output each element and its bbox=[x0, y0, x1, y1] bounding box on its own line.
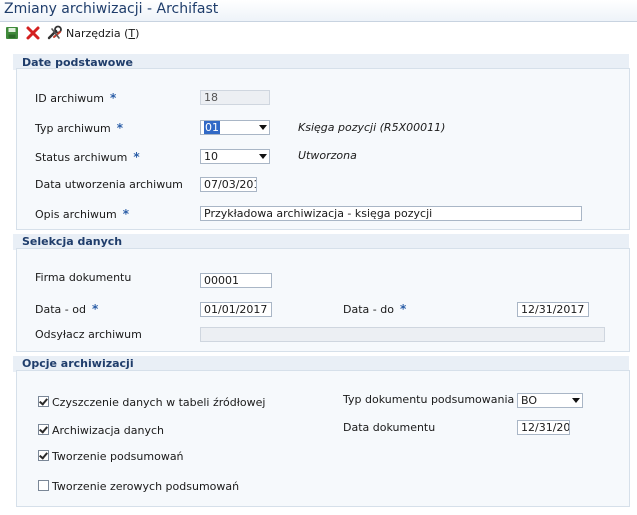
date-from-field[interactable]: 01/01/2017 bbox=[200, 302, 272, 317]
archive-status-select[interactable]: 10 bbox=[200, 149, 270, 164]
tools-menu[interactable]: Narzędzia (T) bbox=[66, 27, 139, 40]
archive-id-field: 18 bbox=[200, 90, 270, 105]
archive-ref-field bbox=[200, 327, 605, 342]
window-title: Zmiany archiwizacji - Archifast bbox=[4, 1, 219, 17]
date-from-label: Data - od * bbox=[35, 302, 99, 316]
document-date-label: Data dokumentu bbox=[343, 421, 436, 434]
summaries-checkbox[interactable] bbox=[38, 450, 49, 461]
creation-date-field[interactable]: 07/03/2013 bbox=[200, 177, 257, 192]
company-field[interactable]: 00001 bbox=[200, 273, 272, 288]
toolbar: Narzędzia (T) bbox=[0, 22, 637, 44]
company-label: Firma dokumentu bbox=[35, 271, 132, 284]
archive-type-select[interactable]: 01 bbox=[200, 120, 270, 135]
archive-status-value: 10 bbox=[204, 150, 218, 163]
title-bar: Zmiany archiwizacji - Archifast bbox=[0, 0, 637, 22]
save-icon[interactable] bbox=[4, 25, 20, 41]
section-selection-title: Selekcja danych bbox=[22, 235, 123, 248]
chevron-down-icon[interactable] bbox=[259, 154, 267, 159]
required-marker: * bbox=[116, 121, 124, 135]
archive-status-label: Status archiwum * bbox=[35, 150, 140, 164]
tools-icon[interactable] bbox=[47, 25, 63, 41]
zero-summaries-label: Tworzenie zerowych podsumowań bbox=[52, 480, 240, 493]
summary-doc-type-select[interactable]: BO bbox=[517, 393, 583, 408]
zero-summaries-checkbox[interactable] bbox=[38, 480, 49, 491]
date-to-label: Data - do * bbox=[343, 302, 407, 316]
archive-status-description: Utworzona bbox=[298, 149, 357, 162]
archive-description-field[interactable]: Przykładowa archiwizacja - księga pozycj… bbox=[200, 206, 582, 221]
close-icon[interactable] bbox=[25, 25, 41, 41]
archive-type-label: Typ archiwum * bbox=[35, 121, 124, 135]
section-options-title: Opcje archiwizacji bbox=[22, 357, 134, 370]
creation-date-label: Data utworzenia archiwum bbox=[35, 178, 183, 191]
date-to-field[interactable]: 12/31/2017 bbox=[517, 302, 589, 317]
purge-checkbox[interactable] bbox=[38, 396, 49, 407]
required-marker: * bbox=[110, 91, 117, 105]
purge-label: Czyszczenie danych w tabeli źródłowej bbox=[52, 396, 266, 409]
required-marker: * bbox=[399, 302, 407, 316]
archive-id-label: ID archiwum * bbox=[35, 91, 117, 105]
chevron-down-icon[interactable] bbox=[572, 398, 580, 403]
required-marker: * bbox=[91, 302, 99, 316]
chevron-down-icon[interactable] bbox=[259, 125, 267, 130]
tools-menu-label-end: ) bbox=[135, 27, 140, 40]
archive-ref-label: Odsyłacz archiwum bbox=[35, 328, 142, 341]
archive-description-label: Opis archiwum * bbox=[35, 207, 129, 221]
required-marker: * bbox=[122, 207, 129, 221]
archive-type-description: Księga pozycji (R5X00011) bbox=[298, 121, 446, 134]
archive-type-value: 01 bbox=[204, 121, 220, 134]
tools-menu-label: Narzędzia ( bbox=[66, 27, 129, 40]
archive-data-checkbox[interactable] bbox=[38, 424, 49, 435]
summaries-label: Tworzenie podsumowań bbox=[52, 450, 184, 463]
summary-doc-type-value: BO bbox=[521, 394, 538, 407]
archive-data-label: Archiwizacja danych bbox=[52, 424, 165, 437]
document-date-field[interactable]: 12/31/2017 bbox=[517, 420, 570, 435]
required-marker: * bbox=[133, 150, 140, 164]
summary-doc-type-label: Typ dokumentu podsumowania bbox=[343, 393, 515, 406]
